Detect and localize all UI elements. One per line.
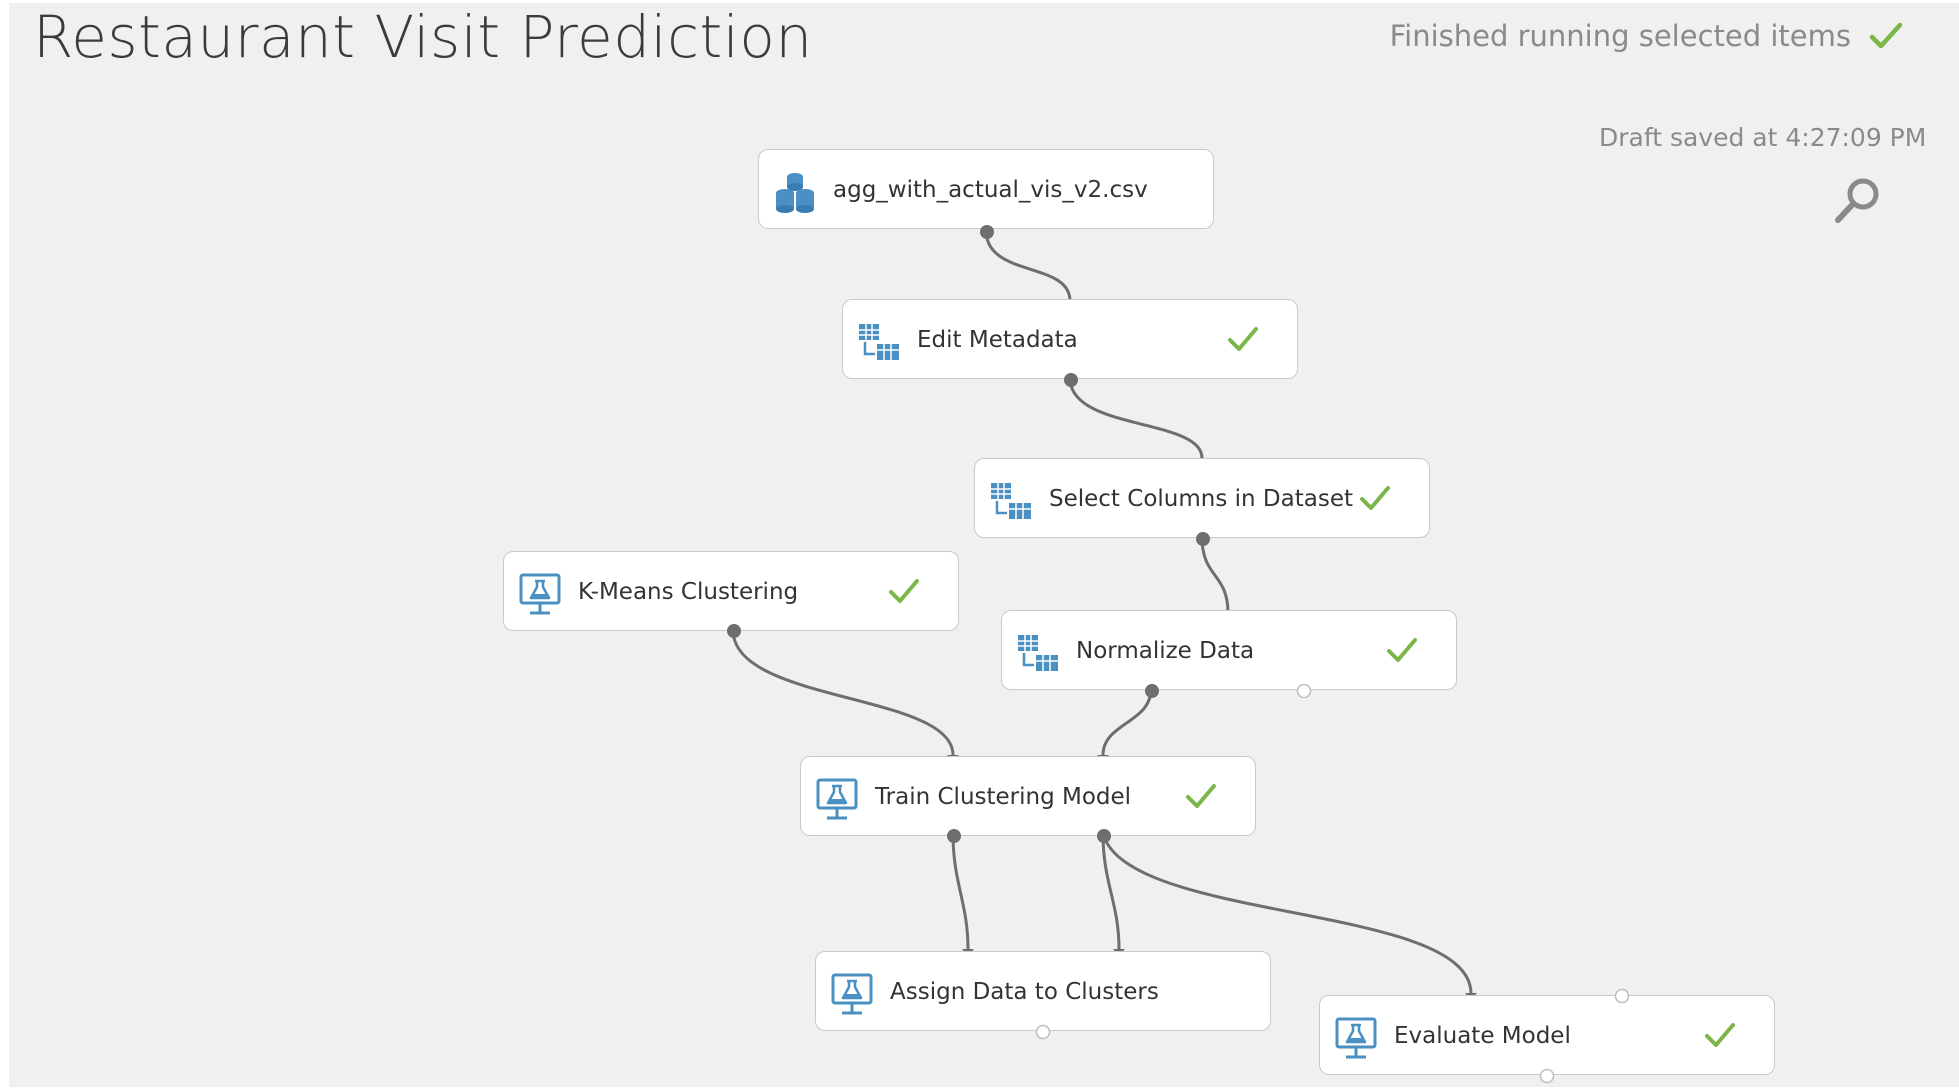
output-port-empty[interactable] [1035,1024,1051,1040]
data-transform-icon [859,324,899,360]
check-icon [1228,327,1258,351]
module-label: agg_with_actual_vis_v2.csv [833,177,1148,203]
machine-learning-icon [816,778,858,820]
check-icon [1387,638,1417,662]
wire-edit-metadata-to-select-columns [1068,377,1204,459]
module-node[interactable]: Select Columns in Dataset [974,458,1430,546]
module-label: Evaluate Model [1394,1023,1571,1049]
module-node[interactable]: K-Means Clustering [503,551,959,638]
dataset-icon [776,173,814,213]
module-node[interactable]: agg_with_actual_vis_v2.csv [758,149,1214,239]
module-node[interactable]: Normalize Data [1001,610,1457,699]
machine-learning-icon [831,973,873,1015]
output-port-empty[interactable] [1539,1068,1555,1084]
output-port[interactable] [1096,828,1112,844]
output-port[interactable] [726,623,742,639]
module-label: Normalize Data [1076,638,1255,664]
module-label: Train Clustering Model [875,784,1132,810]
check-icon [889,579,919,603]
module-label: Edit Metadata [917,327,1078,353]
data-transform-icon [1018,635,1058,671]
output-port[interactable] [1195,531,1211,547]
wire-train-to-assign-right [1101,833,1121,950]
machine-learning-icon [1335,1017,1377,1059]
output-port[interactable] [946,828,962,844]
output-port[interactable] [1063,372,1079,388]
check-icon [1705,1023,1735,1047]
module-node[interactable]: Train Clustering Model [800,756,1256,843]
wire-kmeans-to-train [731,629,955,756]
module-label: Assign Data to Clusters [890,979,1159,1005]
machine-learning-icon [519,573,561,615]
input-port-empty[interactable] [1614,988,1630,1004]
output-port[interactable] [1144,683,1160,699]
module-node[interactable]: Evaluate Model [1319,988,1775,1084]
output-port-empty[interactable] [1296,683,1312,699]
wire-train-to-assign-left [951,833,970,950]
module-node[interactable]: Assign Data to Clusters [815,951,1271,1040]
data-transform-icon [991,483,1031,519]
wire-dataset-to-edit-metadata [984,229,1072,302]
output-port[interactable] [979,224,995,240]
check-icon [1186,784,1216,808]
check-icon [1360,486,1390,510]
wire-select-columns-to-normalize [1200,536,1230,614]
module-label: Select Columns in Dataset [1049,486,1353,512]
module-node[interactable]: Edit Metadata [842,299,1298,387]
experiment-canvas[interactable]: Restaurant Visit Prediction Finished run… [9,3,1959,1087]
module-label: K-Means Clustering [578,579,799,605]
